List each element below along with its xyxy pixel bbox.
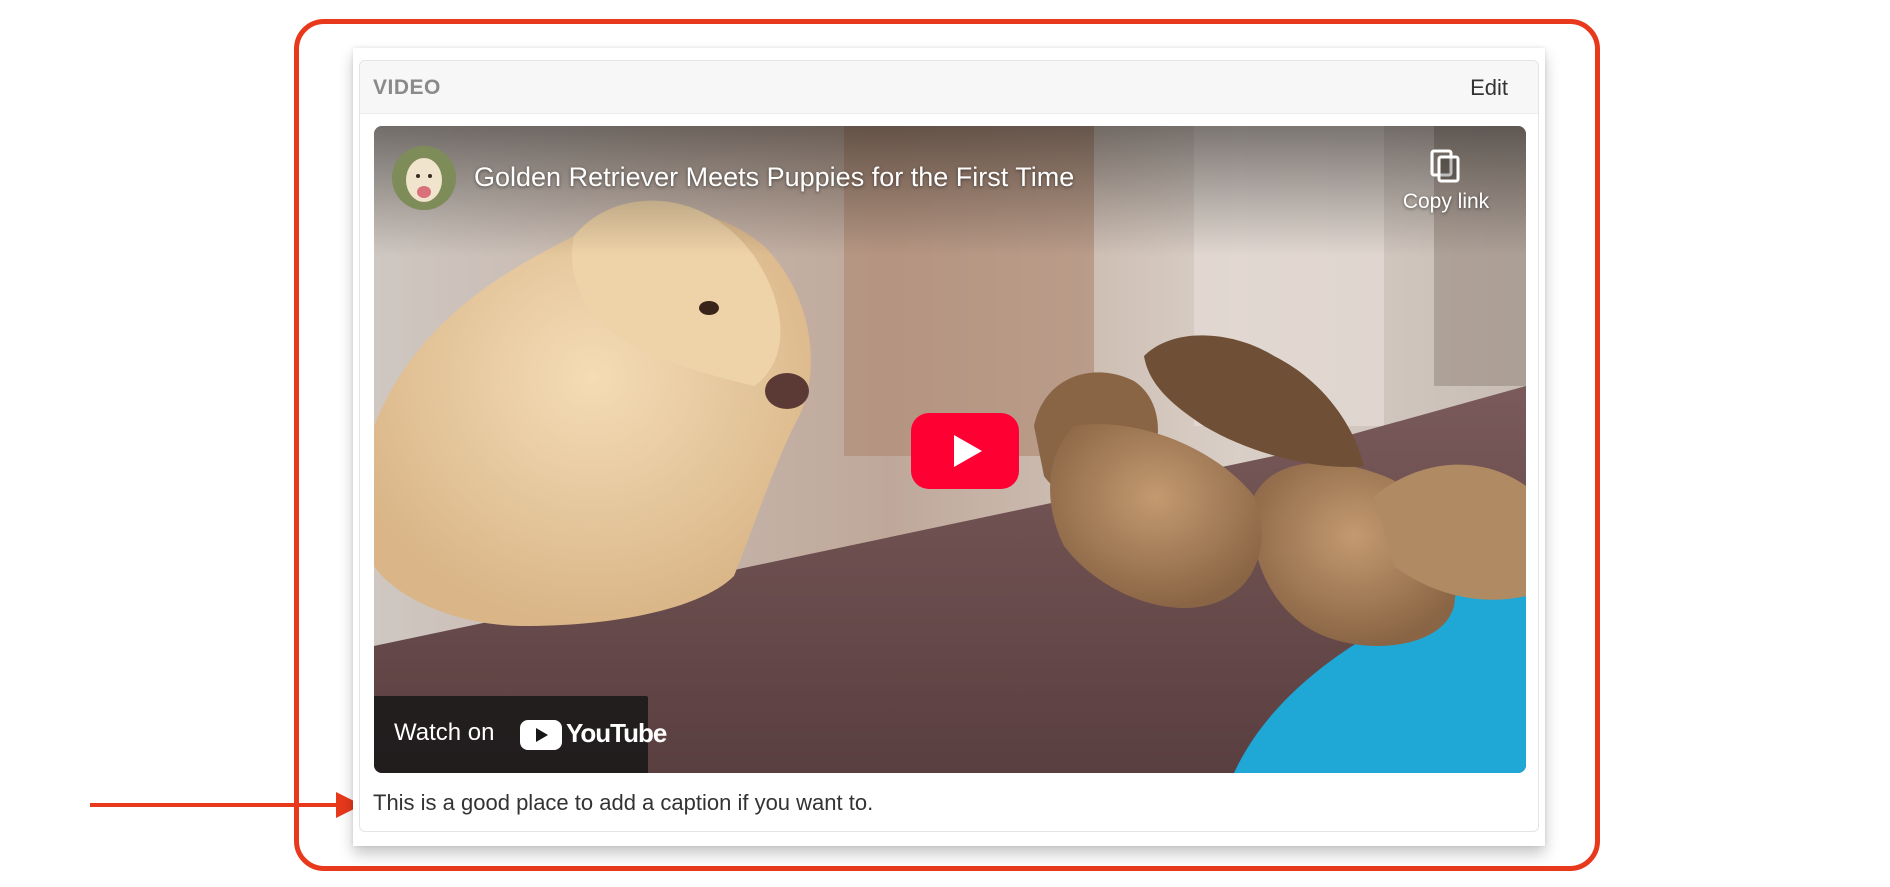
youtube-video-embed[interactable]: Golden Retriever Meets Puppies for the F…	[374, 126, 1526, 773]
play-button-icon[interactable]	[911, 413, 1019, 489]
video-title[interactable]: Golden Retriever Meets Puppies for the F…	[474, 162, 1074, 193]
video-block-header: VIDEO Edit	[360, 61, 1538, 114]
copy-link-button[interactable]: Copy link	[1396, 148, 1496, 214]
watch-on-youtube-button[interactable]: Watch on YouTube	[374, 696, 667, 773]
video-block-card: VIDEO Edit Golden Retriever Meets Puppie…	[359, 60, 1539, 832]
video-block-card-container: VIDEO Edit Golden Retriever Meets Puppie…	[353, 48, 1545, 846]
youtube-wordmark: YouTube	[566, 718, 667, 748]
stage: VIDEO Edit Golden Retriever Meets Puppie…	[0, 0, 1890, 887]
video-caption[interactable]: This is a good place to add a caption if…	[373, 790, 873, 816]
annotation-arrow-icon	[90, 792, 362, 818]
youtube-logo-icon	[520, 720, 562, 750]
copy-link-label: Copy link	[1402, 190, 1490, 213]
watch-on-label: Watch on	[394, 719, 495, 746]
edit-button[interactable]: Edit	[1470, 75, 1508, 101]
channel-avatar-image	[392, 146, 456, 210]
channel-avatar[interactable]	[392, 146, 456, 210]
copy-icon	[1430, 149, 1460, 183]
block-type-label: VIDEO	[373, 76, 441, 99]
